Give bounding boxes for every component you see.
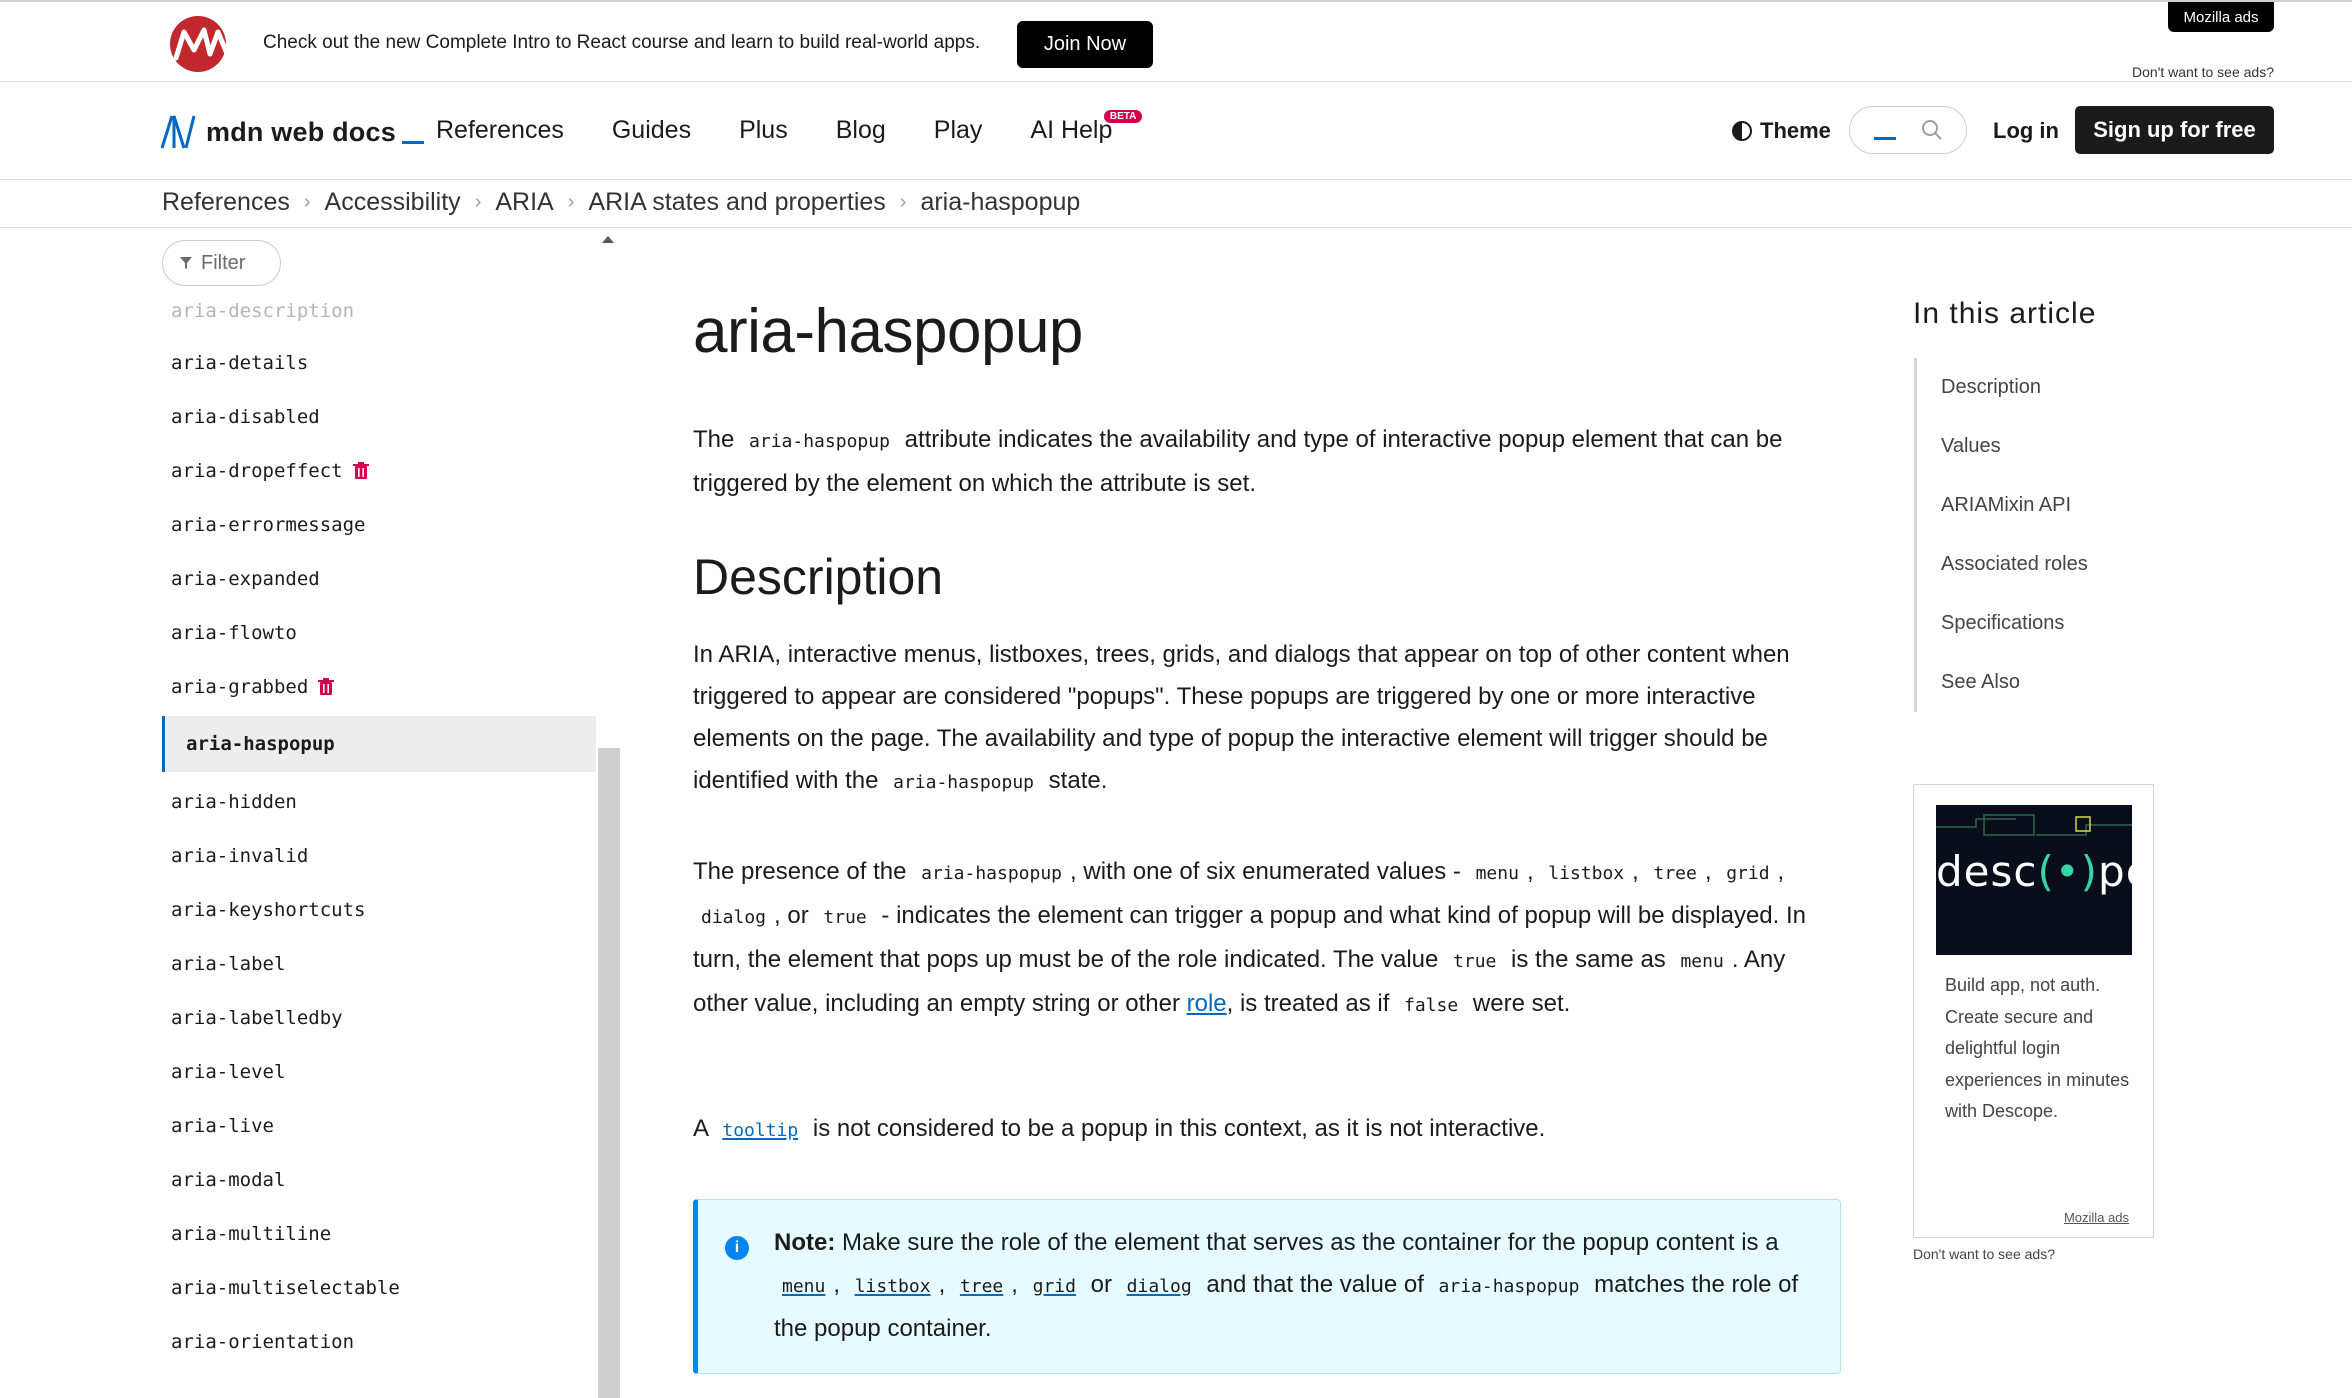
sidebar-item[interactable]: aria-keyshortcuts [162,883,596,937]
toc-item[interactable]: Values [1917,417,2117,476]
beta-badge: BETA [1103,110,1143,123]
toc-item[interactable]: Associated roles [1917,535,2117,594]
filter-placeholder: Filter [201,251,246,274]
breadcrumb-current[interactable]: aria-haspopup [920,188,1080,217]
theme-switcher[interactable]: Theme [1732,118,1831,144]
logo-cursor [401,141,424,144]
chevron-right-icon: › [303,190,311,213]
descope-logo-text: desc(•)pe [1936,847,2153,896]
descope-ad-image[interactable]: desc(•)pe [1936,805,2153,955]
sidebar-item[interactable]: aria-multiselectable [162,1261,596,1315]
join-now-button[interactable]: Join Now [1017,21,1153,68]
theme-icon [1732,121,1752,141]
filter-icon [180,257,192,269]
nav-guides[interactable]: Guides [612,116,691,145]
sidebar-item[interactable]: aria-details [162,336,596,390]
listbox-role-link[interactable]: listbox [847,1271,939,1298]
sidebar-item[interactable]: aria-dropeffect [162,444,596,498]
search-icon [1922,120,1942,140]
theme-label: Theme [1760,118,1831,143]
chevron-right-icon: › [899,190,907,213]
nav-play[interactable]: Play [934,116,983,145]
sidebar-item[interactable]: aria-modal [162,1153,596,1207]
circuit-lines-icon [1936,814,2132,836]
side-ad-copy[interactable]: Build app, not auth. Create secure and d… [1945,970,2135,1128]
sidebar-item[interactable]: aria-level [162,1045,596,1099]
sidebar-item[interactable]: aria-grabbed [162,660,596,714]
breadcrumb-accessibility[interactable]: Accessibility [325,188,461,217]
description-paragraph-1: In ARIA, interactive menus, listboxes, t… [693,641,1790,794]
search-cursor [1874,137,1896,140]
tree-role-link[interactable]: tree [952,1271,1011,1298]
description-heading: Description [693,549,944,605]
role-link[interactable]: role [1187,990,1227,1017]
sidebar-item[interactable]: aria-disabled [162,390,596,444]
side-dont-want-ads-link[interactable]: Don't want to see ads? [1913,1246,2055,1262]
banner-ad-text[interactable]: Check out the new Complete Intro to Reac… [263,32,980,54]
dialog-role-link[interactable]: dialog [1119,1271,1200,1298]
nav-blog[interactable]: Blog [836,116,886,145]
nav-ai-help-label: AI Help [1030,116,1113,144]
sidebar-item[interactable]: aria-labelledby [162,991,596,1045]
table-of-contents: Description Values ARIAMixin API Associa… [1914,358,2117,712]
dont-want-ads-link[interactable]: Don't want to see ads? [2132,64,2274,80]
toc-item[interactable]: Specifications [1917,594,2117,653]
sidebar-item[interactable]: aria-hidden [162,775,596,829]
sidebar-item[interactable]: aria-multiline [162,1207,596,1261]
chevron-right-icon: › [567,190,575,213]
toc-title: In this article [1913,297,2097,330]
breadcrumb-aria[interactable]: ARIA [495,188,553,217]
sidebar-item-active[interactable]: aria-haspopup [162,716,596,772]
sidebar-item[interactable]: aria-invalid [162,829,596,883]
chevron-right-icon: › [474,190,482,213]
info-icon: i [725,1236,749,1260]
breadcrumb: References › Accessibility › ARIA › ARIA… [162,187,1080,217]
site-header: mdn web docs References Guides Plus Blog… [0,82,2352,180]
toc-item[interactable]: Description [1917,358,2117,417]
main-nav: References Guides Plus Blog Play AI Help… [436,110,1160,145]
sidebar-item[interactable]: aria-expanded [162,552,596,606]
breadcrumb-divider [0,227,2352,228]
mozilla-ads-badge[interactable]: Mozilla ads [2168,2,2274,32]
side-ad-card[interactable]: desc(•)pe Build app, not auth. Create se… [1913,784,2154,1238]
breadcrumb-references[interactable]: References [162,188,290,217]
sidebar-item[interactable]: aria-description [162,300,596,336]
search-input[interactable] [1849,106,1967,154]
note-callout: i Note: Make sure the role of the elemen… [693,1199,1841,1374]
mdn-mark-icon [160,115,196,149]
grid-role-link[interactable]: grid [1025,1271,1084,1298]
sidebar-item[interactable]: aria-flowto [162,606,596,660]
top-ad-banner: Check out the new Complete Intro to Reac… [0,0,2352,82]
nav-plus[interactable]: Plus [739,116,788,145]
toc-item[interactable]: ARIAMixin API [1917,476,2117,535]
login-link[interactable]: Log in [1993,118,2059,144]
logo-text: mdn web docs [206,116,396,147]
scroll-up-arrow-icon[interactable] [602,236,614,243]
side-mozilla-ads-link[interactable]: Mozilla ads [2064,1210,2129,1225]
sidebar-list: aria-description aria-details aria-disab… [162,300,596,1369]
description-paragraph-2: The presence of the aria-haspopup, with … [693,858,1806,1017]
intro-paragraph: The aria-haspopup attribute indicates th… [693,426,1783,497]
nav-references[interactable]: References [436,116,564,145]
sidebar-filter-input[interactable]: Filter [162,240,281,286]
toc-item[interactable]: See Also [1917,653,2117,712]
page-title: aria-haspopup [693,297,1083,366]
mdn-logo[interactable]: mdn web docs [160,112,424,152]
sidebar-item[interactable]: aria-label [162,937,596,991]
sidebar-scrollbar[interactable] [598,748,620,1398]
menu-role-link[interactable]: menu [774,1271,833,1298]
deprecated-trash-icon [318,678,335,695]
sidebar-item[interactable]: aria-errormessage [162,498,596,552]
deprecated-trash-icon [352,462,369,479]
signup-button[interactable]: Sign up for free [2075,106,2274,154]
sidebar-item[interactable]: aria-live [162,1099,596,1153]
tooltip-link[interactable]: tooltip [714,1115,806,1142]
nav-ai-help[interactable]: AI Help BETA [1030,110,1143,145]
sidebar-item[interactable]: aria-orientation [162,1315,596,1369]
breadcrumb-states-properties[interactable]: ARIA states and properties [588,188,885,217]
frontend-masters-logo-icon[interactable] [162,14,240,74]
description-paragraph-3: A tooltip is not considered to be a popu… [693,1115,1546,1142]
